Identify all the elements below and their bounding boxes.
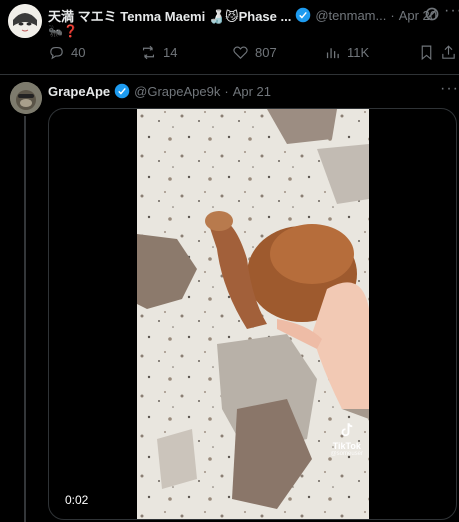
like-button[interactable]: 807 [232, 44, 277, 61]
reply-header: GrapeApe @GrapeApe9k · Apr 21 [48, 82, 271, 100]
reply-count: 40 [71, 45, 86, 60]
tenma-avatar[interactable] [8, 4, 42, 38]
bookmark-icon [421, 45, 432, 61]
bookmark-button[interactable] [418, 44, 441, 61]
verified-badge-icon [295, 7, 311, 23]
like-count: 807 [255, 45, 277, 60]
repost-count: 14 [163, 45, 178, 60]
video-timestamp: 0:02 [59, 491, 95, 509]
tiktok-label: TikTok [332, 441, 361, 451]
display-name[interactable]: 天満 マエミ Tenma Maemi 🍶😼Phase ... [48, 6, 291, 25]
separator-dot: · [390, 7, 395, 23]
share-button[interactable] [440, 44, 459, 61]
more-options-icon[interactable]: ··· [440, 81, 459, 102]
handle[interactable]: @GrapeApe9k [134, 84, 220, 99]
post-date[interactable]: Apr 21 [233, 84, 271, 99]
ape-avatar-icon [10, 82, 42, 114]
views-icon [326, 48, 339, 59]
video-player[interactable]: TikTok @someuser 0:02 [48, 108, 457, 520]
video-still [137, 109, 369, 519]
post-text: 🐜❓ [48, 24, 78, 38]
share-icon [442, 45, 455, 59]
display-name[interactable]: GrapeApe [48, 84, 110, 99]
repost-button[interactable]: 14 [140, 44, 177, 61]
repost-icon [142, 45, 155, 60]
view-count: 11K [347, 45, 370, 60]
thread-line [24, 116, 26, 522]
video-frame[interactable]: TikTok @someuser [137, 109, 369, 519]
action-bar: 40 14 807 11K [46, 44, 459, 68]
views-button[interactable]: 11K [324, 44, 369, 61]
handle[interactable]: @tenmam... [315, 8, 386, 23]
post-divider [0, 74, 459, 75]
grok-icon[interactable] [424, 6, 440, 22]
reply-icon [50, 46, 63, 60]
tiktok-watermark: TikTok @someuser [331, 421, 363, 457]
reply-button[interactable]: 40 [48, 44, 85, 61]
grapeape-avatar[interactable] [10, 82, 42, 114]
anime-avatar-icon [8, 4, 42, 38]
heart-icon [233, 46, 248, 59]
tiktok-user: @someuser [330, 451, 363, 457]
more-options-icon[interactable]: ··· [444, 3, 459, 24]
verified-badge-icon [114, 83, 130, 99]
tiktok-icon [341, 422, 353, 437]
separator-dot: · [224, 83, 229, 99]
post-header: 天満 マエミ Tenma Maemi 🍶😼Phase ... @tenmam..… [48, 6, 437, 24]
